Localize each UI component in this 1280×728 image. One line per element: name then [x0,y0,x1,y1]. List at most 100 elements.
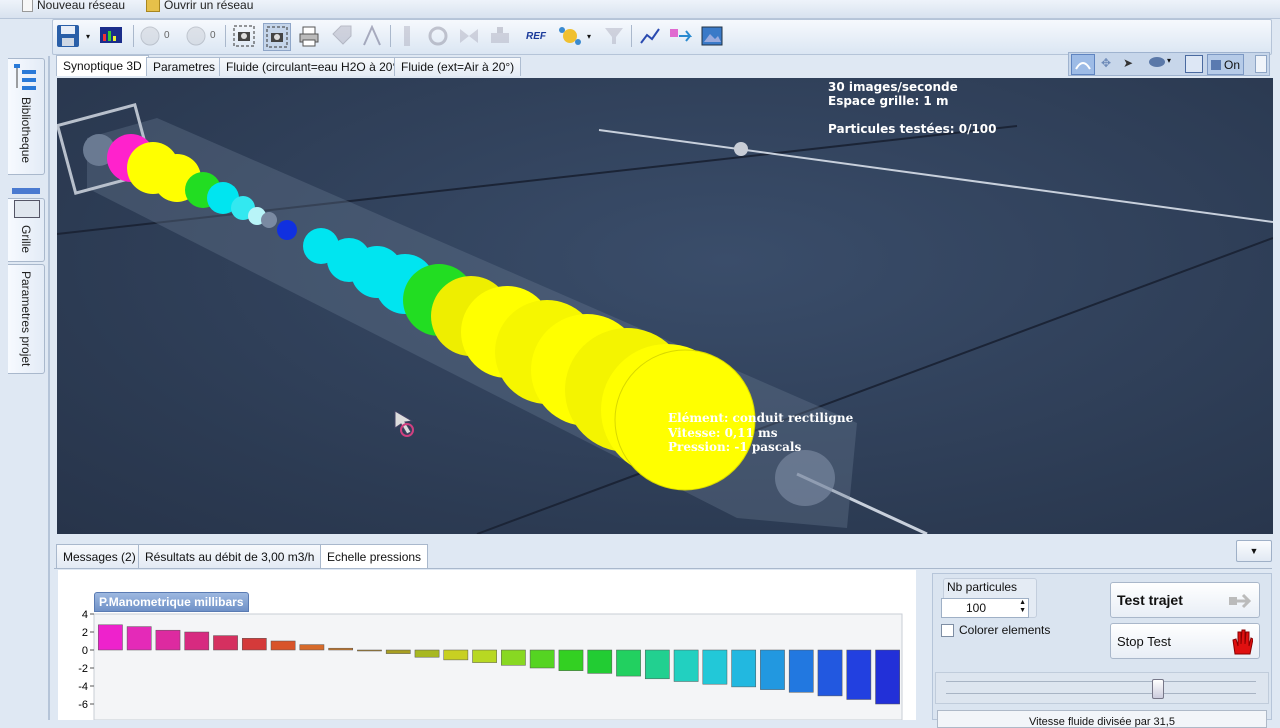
chart-view-button[interactable] [98,23,124,49]
fit-view-button[interactable] [1185,55,1203,73]
y-tick-label: 2 [82,627,88,639]
y-axis: 4 2 0 -2 -4 -6 [78,609,94,711]
particle [277,220,297,240]
y-tick-label: -4 [78,681,88,693]
image-button[interactable] [699,23,725,49]
funnel-icon [605,28,623,44]
graph-button[interactable] [637,23,663,49]
tooltip-speed: Vitesse: 0,11 ms [668,426,778,440]
pan-view-button[interactable]: ✥ [1101,56,1111,70]
tag-button[interactable] [328,23,354,49]
print-button[interactable] [296,23,322,49]
nb-particles-spinner[interactable]: 100 ▲ ▼ [941,598,1029,618]
color-elements-checkbox[interactable] [941,624,954,637]
rotate-cursor-icon [394,410,414,437]
pressure-bar [270,640,296,651]
camera-frame-selected-icon [266,26,288,48]
pressure-bar [702,649,728,685]
network-dropdown-arrow-icon[interactable]: ▾ [587,32,591,41]
network-nodes-icon [559,27,581,45]
ref-icon: REF [526,30,546,42]
particles-tested-readout: Particules testées: 0/100 [828,122,997,136]
toolbar-separator [133,25,134,47]
pressure-bar [616,649,641,677]
picture-icon [701,26,723,46]
pressure-bar [98,624,123,651]
tab-parametres[interactable]: Parametres [146,57,223,76]
open-folder-icon [146,0,160,12]
capture-selected-button[interactable] [263,23,291,51]
tag-icon [332,25,352,45]
disk-a-icon [140,26,160,46]
library-tree-icon [12,62,38,96]
new-network-menu[interactable]: Nouveau réseau [22,0,125,14]
disk-b-icon [186,26,206,46]
select-view-button[interactable]: ➤ [1123,56,1133,70]
pressure-bar [731,649,757,688]
tab-grid-label: Grille [19,225,33,254]
pressure-bar [472,649,497,663]
tab-library-label: Bibliotheque [19,97,33,164]
open-network-menu[interactable]: Ouvrir un réseau [146,0,253,14]
ref-button[interactable]: REF [523,23,549,49]
pressure-bar [760,649,785,690]
tab-fluide-ext[interactable]: Fluide (ext=Air à 20°) [394,57,522,76]
network-tool-button[interactable] [557,23,583,49]
capture-button[interactable] [231,23,257,49]
tab-pressure-scale[interactable]: Echelle pressions [320,544,429,568]
pan-arrows-icon: ✥ [1101,56,1112,70]
tab-project-params-label: Parametres projet [19,271,33,367]
rotate-tool-button[interactable] [425,23,451,49]
test-path-button[interactable]: Test trajet [1110,582,1260,618]
bottom-tab-strip: Messages (2) Résultats au débit de 3,00 … [54,544,1272,569]
nb-particles-value: 100 [966,601,987,615]
slider-thumb[interactable] [1152,679,1164,699]
eye-view-button[interactable] [1149,57,1165,67]
save-button[interactable] [55,23,81,49]
valve-tool-button[interactable] [456,23,482,49]
pressure-bar [155,629,181,651]
toolbar-separator [225,25,226,47]
pipe-icon [404,26,410,46]
pressure-bar [788,649,814,693]
counter-a-button[interactable] [137,23,163,49]
pressure-bar [817,649,843,697]
synoptic-3d-viewport[interactable]: 30 images/seconde Espace grille: 1 m Par… [57,78,1273,534]
orbit-icon [1075,62,1091,70]
counter-b-button[interactable] [183,23,209,49]
pump-icon [491,27,509,43]
pressure-bar [558,649,584,671]
tab-fluide-circulant[interactable]: Fluide (circulant=eau H2O à 20°) [219,57,409,76]
pressure-bar [673,649,699,682]
tab-synoptique-3d[interactable]: Synoptique 3D [56,55,149,76]
save-dropdown-arrow-icon[interactable]: ▾ [86,32,90,41]
fps-readout: 30 images/seconde [828,80,958,94]
orbit-view-button[interactable] [1071,54,1095,75]
view-tools-strip: ✥ ➤ ▾ On [1068,52,1270,76]
view-tools-scroll[interactable] [1255,55,1267,73]
pressure-bar [184,631,210,651]
stop-test-button[interactable]: Stop Test [1110,623,1260,659]
speed-slider[interactable] [935,672,1269,704]
pressure-bar [414,649,440,658]
toolbar-separator [631,25,632,47]
y-tick-label: -6 [78,699,88,711]
pressure-bar [213,635,238,651]
panel-dropdown-button[interactable]: ▼ [1236,540,1272,562]
grid-spacing-readout: Espace grille: 1 m [828,94,949,108]
tab-project-params[interactable]: Parametres projet [8,264,45,374]
pump-tool-button[interactable] [487,23,513,49]
slider-track [946,693,1256,694]
stop-test-label: Stop Test [1117,633,1171,649]
lighting-toggle[interactable]: On [1207,54,1245,75]
connect-button[interactable] [667,23,693,49]
tab-messages[interactable]: Messages (2) [56,544,143,568]
pipe-tool-button[interactable] [394,23,420,49]
funnel-tool-button[interactable] [601,23,627,49]
text-tool-button[interactable] [359,23,385,49]
axis-line [598,129,1273,223]
tab-results[interactable]: Résultats au débit de 3,00 m3/h [138,544,322,568]
axis-node [734,142,748,156]
eye-dropdown-arrow-icon[interactable]: ▾ [1167,56,1171,65]
spinner-arrows-icon[interactable]: ▲ ▼ [1019,599,1026,615]
